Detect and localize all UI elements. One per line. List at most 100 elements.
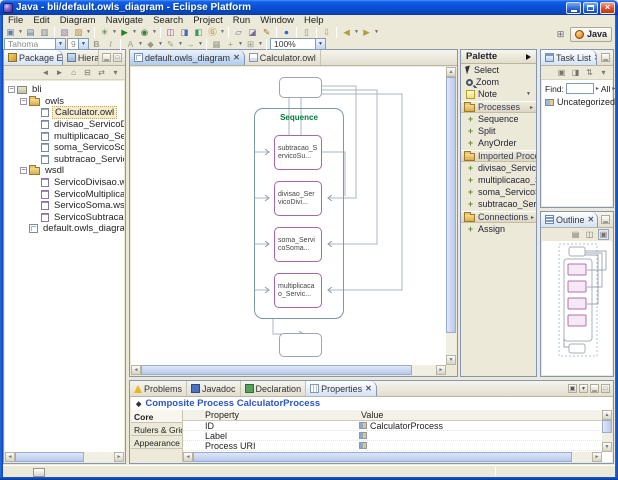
palette-group-connections[interactable]: Connections ▸ [461, 211, 536, 223]
fast-view-icon[interactable] [33, 468, 45, 477]
end-node[interactable] [279, 333, 322, 357]
run-icon[interactable]: ▶ [118, 26, 131, 38]
maximize-view-icon[interactable]: □ [601, 384, 610, 393]
generate-dropdown-icon[interactable]: ▼ [220, 29, 225, 35]
tab-declaration[interactable]: Declaration [241, 381, 307, 396]
tree-item-servicomultiplicacao-wsdl[interactable]: ServicoMultiplicacao.wsdl [5, 188, 124, 200]
scroll-right-icon[interactable]: ► [114, 452, 124, 462]
close-outline-icon[interactable]: ✕ [587, 215, 595, 224]
forward-icon[interactable]: ▶ [360, 26, 373, 38]
menu-file[interactable]: File [3, 15, 28, 26]
find-input[interactable] [565, 83, 594, 94]
go-up-icon[interactable]: ⌂ [68, 67, 79, 78]
tab-package-explorer[interactable]: Package Explor... ✕ [4, 50, 63, 65]
fill-color-icon[interactable]: ◆ [144, 38, 157, 50]
new-folder-dropdown-icon[interactable]: ▼ [86, 29, 91, 35]
side-tab-appearance[interactable]: Appearance [131, 436, 182, 449]
palette-tool-zoom[interactable]: Zoom [461, 76, 536, 88]
generate-icon[interactable]: Ⓖ [206, 26, 219, 38]
start-node[interactable] [279, 77, 322, 98]
font-size-arrow-icon[interactable]: ▼ [78, 39, 88, 49]
node-subtracao[interactable]: subtracao_ServicoSu... [274, 135, 322, 170]
sync-icon[interactable]: ⇅ [584, 67, 595, 78]
tree-item-bli[interactable]: − bli [5, 84, 124, 96]
new-wizard-dropdown-icon[interactable]: ▼ [18, 29, 23, 35]
open-type-icon[interactable]: ▱ [232, 26, 245, 38]
tree-item-divisao-owl[interactable]: divisao_ServicoDivisao.owl [5, 119, 124, 131]
palette-item-split[interactable]: + Split [461, 125, 536, 137]
arrow-style-icon[interactable]: → [184, 38, 197, 50]
tree-item-calculator-owl[interactable]: Calculator.owl [5, 106, 124, 120]
collapse-icon[interactable]: − [20, 97, 27, 105]
grid-icon[interactable]: ⊞ [244, 38, 257, 50]
editor-hscrollbar[interactable]: ◄ ► [131, 365, 446, 375]
drawer-pin-icon[interactable]: ▸ [531, 214, 534, 221]
editor-vscrollbar[interactable]: ▲ ▼ [446, 67, 456, 365]
scroll-left-icon[interactable]: ◄ [131, 365, 141, 375]
tab-task-list[interactable]: Task List ✕ [541, 50, 597, 65]
palette-item-assign[interactable]: + Assign [461, 223, 536, 235]
debug-icon[interactable]: ✳ [98, 26, 111, 38]
print-icon[interactable]: ▥ [38, 26, 51, 38]
zoom-combo-arrow-icon[interactable]: ▼ [315, 39, 325, 49]
link-editor-icon[interactable]: ⇄ [96, 67, 107, 78]
tree-item-servicodivisao-wsdl[interactable]: ServicoDivisao.wsdl [5, 177, 124, 189]
menu-run[interactable]: Run [228, 15, 255, 26]
palette-group-processes[interactable]: Processes ▸ [461, 101, 536, 113]
tab-problems[interactable]: Problems [130, 381, 188, 396]
back-history-icon[interactable]: ◄ [40, 67, 51, 78]
palette-header[interactable]: Palette [461, 50, 536, 64]
node-divisao[interactable]: divisao_ServicoDivi... [274, 181, 322, 216]
menu-diagram[interactable]: Diagram [55, 15, 101, 26]
forward-history-icon[interactable]: ► [54, 67, 65, 78]
new-folder-icon[interactable]: ▨ [72, 26, 85, 38]
java-perspective-button[interactable]: Java [569, 26, 612, 42]
view-menu-icon[interactable]: ▾ [579, 384, 588, 393]
tree-item-default-owls-diagram[interactable]: default.owls_diagram [5, 223, 124, 235]
close-window-button[interactable]: × [600, 1, 615, 14]
back-dropdown-icon[interactable]: ▼ [354, 29, 359, 35]
node-soma[interactable]: soma_ServicoSoma... [274, 227, 322, 262]
tab-hierarchy[interactable]: Hierarchy [63, 50, 99, 65]
palette-tool-select[interactable]: Select [461, 64, 536, 76]
new-wizard-icon[interactable]: ▣ [4, 26, 17, 38]
scroll-right-icon[interactable]: ► [592, 452, 602, 462]
titlebar[interactable]: Java - bli/default.owls_diagram - Eclips… [0, 0, 618, 15]
palette-group-imported-process[interactable]: Imported Process ▸ [461, 150, 536, 162]
palette-item-anyorder[interactable]: + AnyOrder [461, 137, 536, 149]
view-menu-icon[interactable]: ▾ [598, 67, 609, 78]
import-icon[interactable]: ◪ [246, 26, 259, 38]
palette-item-multiplicacao[interactable]: + multiplicacao_Ser... [461, 174, 536, 186]
maximize-view-icon[interactable]: □ [113, 53, 122, 62]
scroll-left-icon[interactable]: ◄ [5, 452, 15, 462]
zoom-combo[interactable]: 100% ▼ [270, 38, 326, 50]
menu-window[interactable]: Window [255, 15, 299, 26]
font-color-icon[interactable]: A [124, 38, 137, 50]
properties-hscrollbar[interactable]: ◄ ► [183, 452, 602, 462]
properties-vscrollbar[interactable]: ▲ ▼ [602, 410, 612, 452]
menu-project[interactable]: Project [188, 15, 228, 26]
owl-wizard-icon[interactable]: ◫ [164, 26, 177, 38]
menu-help[interactable]: Help [299, 15, 329, 26]
external-tools-dropdown-icon[interactable]: ▼ [152, 29, 157, 35]
palette-pin-icon[interactable] [526, 53, 531, 60]
scroll-down-icon[interactable]: ▼ [446, 355, 456, 365]
back-icon[interactable]: ◀ [340, 26, 353, 38]
property-row-process-uri[interactable]: Process URI [183, 441, 612, 451]
categorize-icon[interactable]: ◨ [570, 67, 581, 78]
tree-item-servicosubtracao-wsdl[interactable]: ServicoSubtracao.wsdl [5, 212, 124, 224]
palette-item-sequence[interactable]: + Sequence [461, 113, 536, 125]
document-icon[interactable]: ▯ [300, 26, 313, 38]
owls-wizard-icon[interactable]: ◨ [178, 26, 191, 38]
font-combo[interactable]: Tahoma ▼ [4, 38, 66, 50]
task-category-uncategorized[interactable]: Uncategorized [542, 96, 615, 108]
external-tools-icon[interactable]: ◉ [138, 26, 151, 38]
view-menu-icon[interactable]: ▾ [110, 67, 121, 78]
restore-window-button[interactable] [583, 1, 598, 14]
palette-item-soma[interactable]: + soma_ServicoSo... [461, 186, 536, 198]
scroll-right-icon[interactable]: ► [436, 365, 446, 375]
font-size-combo[interactable]: 9 ▼ [67, 38, 89, 50]
side-tab-core[interactable]: Core [131, 410, 182, 423]
minimize-view-icon[interactable]: ▁ [102, 53, 111, 62]
tab-properties[interactable]: Properties ✕ [306, 381, 377, 396]
